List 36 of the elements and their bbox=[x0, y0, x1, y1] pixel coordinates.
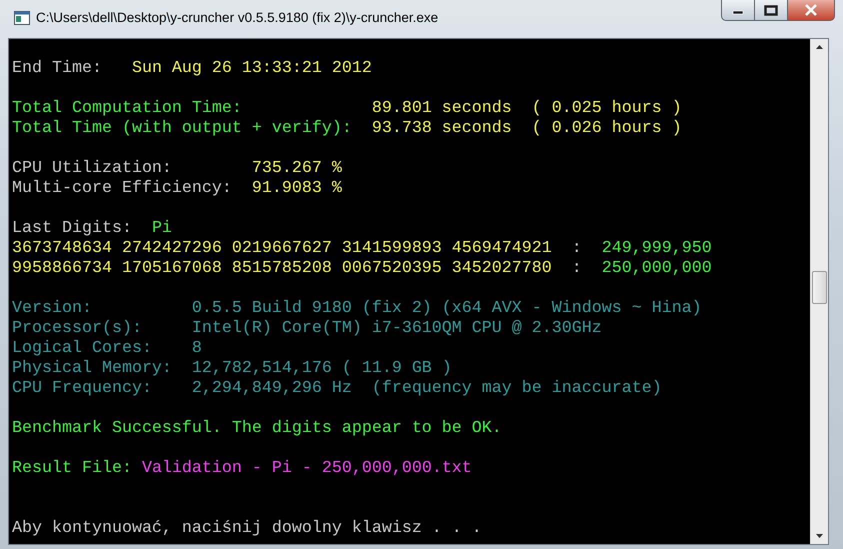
close-button[interactable] bbox=[788, 0, 835, 21]
maximize-icon bbox=[764, 4, 778, 16]
file-name: Validation - Pi - 250,000,000.txt bbox=[142, 459, 472, 479]
close-icon bbox=[804, 4, 818, 16]
console-text: : bbox=[570, 259, 583, 279]
highlight-text: 250,000,000 bbox=[602, 259, 712, 279]
console-text: Multi-core Efficiency: bbox=[12, 179, 233, 199]
console-text: CPU Utilization: bbox=[12, 159, 173, 179]
console-app-icon bbox=[14, 11, 30, 25]
console-text: Last Digits: bbox=[12, 219, 133, 239]
info-text: Processor(s): Intel(R) Core(TM) i7-3610QM CPU @ 2.30GHz bbox=[12, 319, 602, 339]
console-text: : bbox=[570, 239, 583, 259]
maximize-button[interactable] bbox=[755, 0, 788, 21]
highlight-text: Benchmark Successful. The digits appear to be OK. bbox=[12, 419, 502, 439]
value-text: 3673748634 2742427296 0219667627 3141599893 4569474921 bbox=[12, 239, 552, 259]
value-text: 9958866734 1705167068 8515785208 0067520395 3452027780 bbox=[12, 259, 552, 279]
value-text: 93.738 seconds ( 0.026 hours ) bbox=[372, 119, 682, 139]
scrollbar[interactable] bbox=[810, 39, 828, 544]
highlight-text: Total Time (with output + verify): bbox=[12, 119, 353, 139]
info-text: Physical Memory: 12,782,514,176 ( 11.9 GB ) bbox=[12, 359, 452, 379]
scroll-thumb[interactable] bbox=[812, 271, 827, 304]
highlight-text: 249,999,950 bbox=[602, 239, 712, 259]
highlight-text: Result File: bbox=[12, 459, 133, 479]
info-text: Version: 0.5.5 Build 9180 (fix 2) (x64 AVX - Windows ~ Hina) bbox=[12, 299, 702, 319]
highlight-text: Total Computation Time: bbox=[12, 99, 243, 119]
value-text: 735.267 % bbox=[252, 159, 342, 179]
console-text: Aby kontynuować, naciśnij dowolny klawisz . . . bbox=[12, 519, 482, 539]
info-text: CPU Frequency: 2,294,849,296 Hz (frequency may be inaccurate) bbox=[12, 379, 662, 399]
value-text: 89.801 seconds ( 0.025 hours ) bbox=[372, 99, 682, 119]
value-text: 91.9083 % bbox=[252, 179, 342, 199]
window-title: C:\Users\dell\Desktop\y-cruncher v0.5.5.9180 (fix 2)\y-cruncher.exe bbox=[36, 10, 438, 25]
highlight-text: Pi bbox=[152, 219, 172, 239]
minimize-button[interactable] bbox=[721, 0, 755, 21]
info-text: Logical Cores: 8 bbox=[12, 339, 202, 359]
value-text: Sun Aug 26 13:33:21 2012 bbox=[132, 59, 372, 79]
console-text: End Time: bbox=[12, 59, 103, 79]
